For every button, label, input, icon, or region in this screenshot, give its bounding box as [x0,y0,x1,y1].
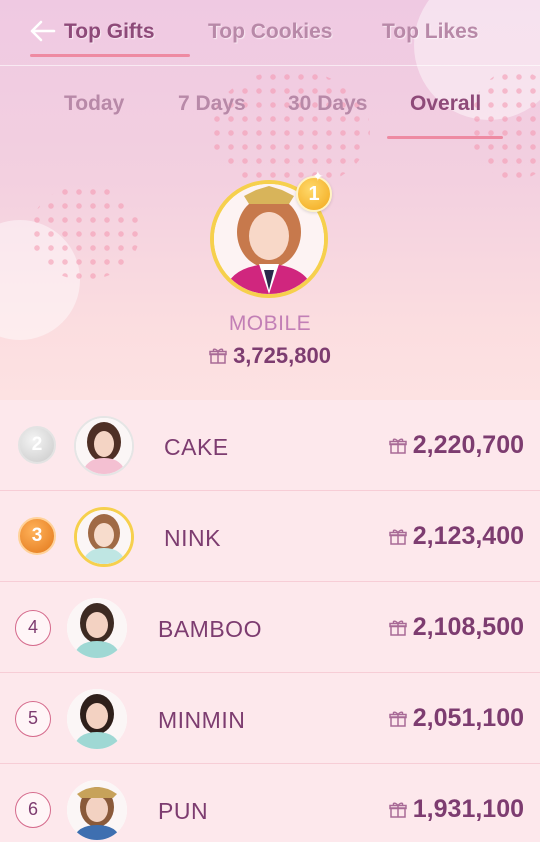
period-today[interactable]: Today [64,92,124,116]
category-tabs: Top Gifts Top Cookies Top Likes [0,0,540,66]
avatar [74,507,134,567]
member-score: 2,220,700 [389,431,524,460]
active-period-indicator [387,136,503,139]
bronze-medal-icon: 3 [18,517,56,555]
list-item[interactable]: 3 NINK 2,123,400 [0,491,540,582]
decor-dots [30,185,140,280]
tab-top-gifts[interactable]: Top Gifts [64,20,155,44]
gift-icon [389,802,407,818]
member-score: 2,051,100 [389,704,524,733]
member-score-value: 2,123,400 [412,522,524,550]
gift-icon [389,620,407,636]
gift-icon [389,711,407,727]
tab-top-cookies[interactable]: Top Cookies [208,20,332,44]
avatar [67,689,127,749]
member-score: 2,108,500 [389,613,524,642]
period-7-days[interactable]: 7 Days [178,92,246,116]
period-overall[interactable]: Overall [410,92,481,116]
gift-icon [209,348,227,364]
rank-number: 4 [15,610,51,646]
member-name: PUN [158,798,209,824]
member-name: CAKE [164,434,229,460]
avatar [67,780,127,840]
member-name: NINK [164,525,221,551]
list-item[interactable]: 4 BAMBOO 2,108,500 [0,582,540,673]
avatar [74,416,134,476]
avatar [67,598,127,658]
tab-top-likes[interactable]: Top Likes [382,20,478,44]
member-score: 2,123,400 [389,522,524,551]
list-item[interactable]: 6 PUN 1,931,100 [0,764,540,842]
sparkle-icon: ✦ [312,168,324,184]
winner-score-value: 3,725,800 [233,343,331,368]
member-score-value: 2,220,700 [412,431,524,459]
member-name: MINMIN [158,707,246,733]
member-name: BAMBOO [158,616,262,642]
member-score: 1,931,100 [389,795,524,824]
active-tab-indicator [30,54,190,57]
winner-name: MOBILE [228,312,312,335]
rank-number: 6 [15,792,51,828]
member-score-value: 2,108,500 [412,613,524,641]
member-score-value: 2,051,100 [412,704,524,732]
period-30-days[interactable]: 30 Days [288,92,367,116]
gift-icon [389,438,407,454]
back-arrow-icon[interactable] [26,16,58,46]
period-tabs: Today 7 Days 30 Days Overall [0,66,540,142]
list-item[interactable]: 2 CAKE 2,220,700 [0,400,540,491]
gift-icon [389,529,407,545]
list-item[interactable]: 5 MINMIN 2,051,100 [0,673,540,764]
ranking-list: 2 CAKE 2,220,700 3 NINK 2,123,400 4 BAMB… [0,400,540,842]
rank-number: 5 [15,701,51,737]
silver-medal-icon: 2 [18,426,56,464]
hero-section: Top Gifts Top Cookies Top Likes Today 7 … [0,0,540,400]
member-score-value: 1,931,100 [412,795,524,823]
winner-score: 3,725,800 [0,343,540,369]
